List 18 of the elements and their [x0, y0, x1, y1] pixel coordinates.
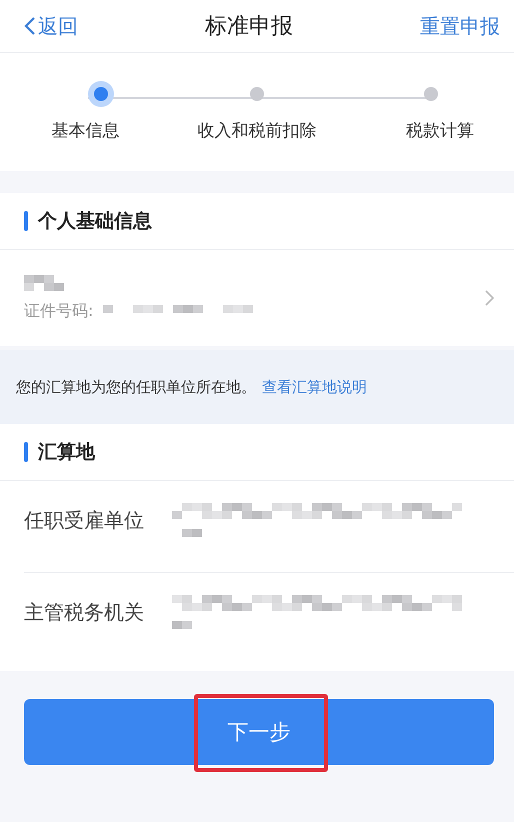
back-chevron-icon	[24, 16, 36, 36]
field-label: 主管税务机关	[24, 599, 144, 626]
explanation-link[interactable]: 查看汇算地说明	[262, 378, 367, 396]
section-title: 汇算地	[38, 440, 95, 465]
next-step-button[interactable]: 下一步	[24, 699, 494, 765]
field-label: 任职受雇单位	[24, 507, 144, 534]
page-title: 标准申报	[205, 13, 293, 41]
section-title: 个人基础信息	[38, 209, 152, 234]
section-marker	[24, 211, 28, 231]
chevron-right-icon[interactable]	[485, 290, 494, 306]
section-marker	[24, 442, 28, 462]
id-label: 证件号码:	[24, 300, 94, 322]
back-link[interactable]: 返回	[24, 12, 78, 40]
notice-text: 您的汇算地为您的任职单位所在地。	[16, 378, 256, 396]
step-label: 税款计算	[406, 120, 474, 142]
step-label: 收入和税前扣除	[197, 120, 316, 142]
step-label: 基本信息	[52, 120, 120, 142]
reset-link[interactable]: 重置申报	[420, 12, 500, 40]
